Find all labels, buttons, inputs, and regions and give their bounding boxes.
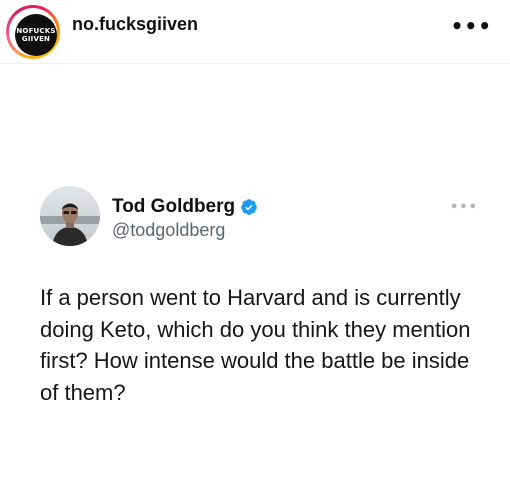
avatar-logo-line1: NOFUCKS — [16, 27, 56, 35]
tweet-author-avatar — [40, 186, 100, 246]
avatar-logo-line2: GIIVEN — [21, 35, 51, 43]
tweet-more-icon: ••• — [450, 200, 478, 215]
more-options-icon[interactable]: ••• — [451, 16, 492, 36]
verified-badge-icon — [241, 199, 258, 215]
person-photo-icon — [40, 186, 100, 246]
tweet-display-name: Tod Goldberg — [112, 196, 236, 217]
tweet-author-row: Tod Goldberg — [112, 196, 258, 218]
tweet-body-text: If a person went to Harvard and is curre… — [40, 285, 471, 405]
account-avatar[interactable]: NOFUCKS GIIVEN — [15, 14, 57, 56]
story-ring-gap: NOFUCKS GIIVEN — [9, 8, 57, 56]
story-ring[interactable]: NOFUCKS GIIVEN — [6, 5, 60, 59]
post-header: NOFUCKS GIIVEN no.fucksgiiven ••• — [0, 0, 510, 64]
tweet-handle: @todgoldberg — [112, 220, 226, 240]
account-username[interactable]: no.fucksgiiven — [72, 14, 198, 35]
